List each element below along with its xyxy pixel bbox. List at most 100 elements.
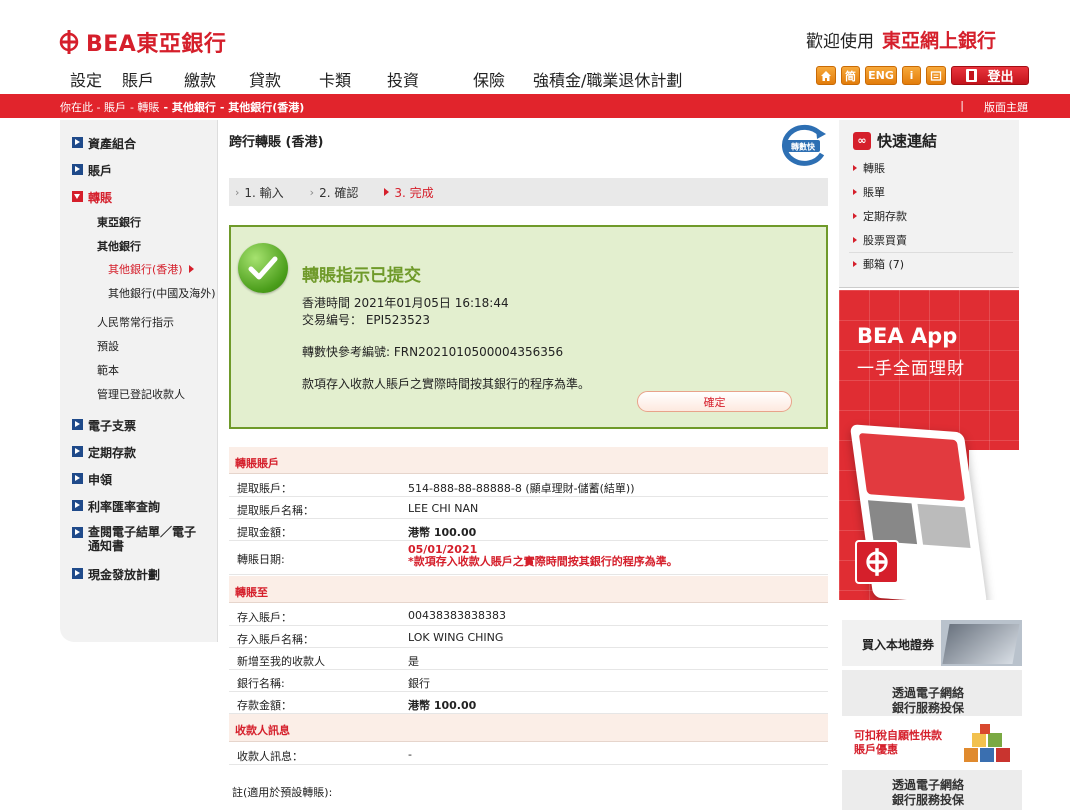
quick-links-panel: ∞ 快速連結 轉賬 賬單 定期存款 股票買賣 郵箱 (7) xyxy=(839,120,1019,288)
row-value: LEE CHI NAN xyxy=(408,502,479,515)
quick-link-mailbox[interactable]: 郵箱 (7) xyxy=(853,256,904,272)
sidebar-item-cash-plan[interactable]: 現金發放計劃 xyxy=(72,566,160,583)
sidebar-sub-other-hk[interactable]: 其他銀行(香港) xyxy=(108,261,194,277)
quick-links-title-text: 快速連結 xyxy=(877,132,938,150)
success-panel: 轉賬指示已提交 香港時間 2021年01月05日 16:18:44 交易编号： … xyxy=(229,225,828,429)
page-title: 跨行轉賬 (香港) xyxy=(229,135,324,150)
bea-app-banner[interactable]: BEA App 一手全面理財 xyxy=(839,290,1019,600)
sidebar-sub-other[interactable]: 其他銀行 xyxy=(97,238,141,254)
step-label: 2. 確認 xyxy=(319,185,359,200)
sidebar-sub-bea[interactable]: 東亞銀行 xyxy=(97,214,141,230)
arrow-box-icon xyxy=(72,568,83,579)
sidebar-sub-payees[interactable]: 管理已登記收款人 xyxy=(97,386,185,402)
sidebar-sub-preset[interactable]: 預設 xyxy=(97,338,119,354)
english-button[interactable]: ENG xyxy=(865,66,897,85)
ad-e-insurance[interactable]: 透過電子網絡 銀行服務投保 xyxy=(842,670,1022,716)
divider xyxy=(849,252,1013,253)
sidebar-sub-rmb[interactable]: 人民幣常行指示 xyxy=(97,314,174,330)
breadcrumb-prefix[interactable]: 你在此 - 賬戶 xyxy=(60,99,126,115)
nav-investment[interactable]: 投資 xyxy=(387,67,473,91)
ad-e-insurance-text: 透過電子網絡 銀行服務投保 xyxy=(892,686,965,715)
row-label: 存入賬戶： xyxy=(237,611,292,624)
sidebar-label: 資產組合 xyxy=(88,137,137,151)
row-label: 銀行名稱: xyxy=(237,677,285,690)
row-value: 港幣 100.00 xyxy=(408,699,477,712)
breadcrumb: 你在此 - 賬戶 - 轉賬 - 其他銀行 - 其他銀行(香港) xyxy=(60,99,304,115)
nav-payments[interactable]: 繳款 xyxy=(184,67,249,91)
sidebar-item-transfer[interactable]: 轉賬 xyxy=(72,189,112,206)
sidebar-item-fixed-deposit[interactable]: 定期存款 xyxy=(72,444,136,461)
step-label: 3. 完成 xyxy=(394,185,434,200)
utility-bar: 简 ENG i 登出 xyxy=(816,66,1029,85)
row-value: - xyxy=(408,748,412,761)
nav-insurance[interactable]: 保險 xyxy=(473,67,533,91)
footnote: 註(適用於預設轉賬): xyxy=(232,786,333,799)
sidebar-sub-other-cn[interactable]: 其他銀行(中國及海外) xyxy=(108,285,216,301)
theme-switch[interactable]: | 版面主題 xyxy=(960,99,1028,115)
quick-link-stocks[interactable]: 股票買賣 xyxy=(853,232,907,248)
breadcrumb-other-bank[interactable]: - 其他銀行 xyxy=(163,99,215,115)
sidebar: 資產組合 賬戶 轉賬 東亞銀行 其他銀行 其他銀行(香港) 其他銀行(中國及海外… xyxy=(60,120,218,642)
table-row: 提取賬戶名稱： LEE CHI NAN xyxy=(229,497,828,519)
table-row: 銀行名稱: 銀行 xyxy=(229,670,828,692)
ad-e-insurance-2[interactable]: 透過電子網絡 銀行服務投保 xyxy=(842,770,1022,810)
breadcrumb-current: - 其他銀行(香港) xyxy=(219,101,305,114)
sidebar-item-portfolio[interactable]: 資產組合 xyxy=(72,135,136,152)
nav-settings[interactable]: 設定 xyxy=(70,67,122,91)
success-time: 香港時間 2021年01月05日 16:18:44 xyxy=(302,296,509,310)
nav-loans[interactable]: 貸款 xyxy=(249,67,319,91)
arrow-box-icon xyxy=(72,446,83,457)
breadcrumb-bar: 你在此 - 賬戶 - 轉賬 - 其他銀行 - 其他銀行(香港) | 版面主題 xyxy=(0,94,1070,118)
arrow-box-icon xyxy=(72,419,83,430)
nav-accounts[interactable]: 賬戶 xyxy=(122,67,184,91)
quick-link-fixed-deposit[interactable]: 定期存款 xyxy=(853,208,907,224)
ad-tax-deductible[interactable]: 可扣稅自願性供款 賬戶優惠 xyxy=(842,718,1022,768)
quick-link-transfer[interactable]: 轉賬 xyxy=(853,160,885,176)
service-name: 東亞網上銀行 xyxy=(882,30,997,52)
table-row: 存款金額： 港幣 100.00 xyxy=(229,692,828,714)
transfer-date-note: *款項存入收款人賬戶之實際時間按其銀行的程序為準。 xyxy=(408,555,678,568)
sidebar-item-accounts[interactable]: 賬戶 xyxy=(72,162,112,179)
logout-button[interactable]: 登出 xyxy=(951,66,1029,85)
info-button[interactable]: i xyxy=(902,66,921,85)
row-value: 00438383838383 xyxy=(408,609,506,622)
link-icon: ∞ xyxy=(853,131,871,150)
fps-reference: 轉數快參考編號: FRN2021010500004356356 xyxy=(302,345,564,359)
section-header-from: 轉賬賬戶 xyxy=(229,447,828,474)
theme-label: 版面主題 xyxy=(984,101,1028,114)
quick-link-bills[interactable]: 賬單 xyxy=(853,184,885,200)
sidebar-item-apply[interactable]: 申領 xyxy=(72,471,112,488)
sidebar-sub-template[interactable]: 範本 xyxy=(97,362,119,378)
confirm-button[interactable]: 確定 xyxy=(637,391,792,412)
sidebar-item-rates[interactable]: 利率匯率查詢 xyxy=(72,498,160,515)
inbox-icon[interactable] xyxy=(926,66,946,85)
sidebar-label: 電子支票 xyxy=(88,419,137,433)
table-row: 收款人訊息： - xyxy=(229,743,828,765)
ad-securities[interactable]: 買入本地證券 xyxy=(842,620,1022,666)
arrow-box-icon xyxy=(72,500,83,511)
sidebar-label: 申領 xyxy=(88,473,113,487)
step-complete: 3. 完成 xyxy=(384,184,434,201)
nav-mpf[interactable]: 強積金/職業退休計劃 xyxy=(533,67,682,91)
welcome-text: 歡迎使用 xyxy=(806,32,874,52)
main-nav: 設定 賬戶 繳款 貸款 卡類 投資 保險 強積金/職業退休計劃 xyxy=(70,67,682,91)
blocks-image xyxy=(960,724,1018,766)
home-icon[interactable] xyxy=(816,66,836,85)
simplified-chinese-button[interactable]: 简 xyxy=(841,66,860,85)
row-label: 提取金額： xyxy=(237,526,292,539)
sidebar-item-estatement[interactable]: 查閱電子結單／電子通知書 xyxy=(72,525,202,553)
sidebar-item-echeque[interactable]: 電子支票 xyxy=(72,417,136,434)
tablet-image xyxy=(942,624,1020,664)
success-title: 轉賬指示已提交 xyxy=(302,266,421,286)
nav-cards[interactable]: 卡類 xyxy=(319,67,387,91)
arrow-box-icon xyxy=(72,527,83,538)
table-row: 提取金額： 港幣 100.00 xyxy=(229,519,828,541)
success-note: 款項存入收款人賬戶之實際時間按其銀行的程序為準。 xyxy=(302,377,591,391)
sidebar-label: 查閱電子結單／電子通知書 xyxy=(88,525,197,553)
table-row: 提取賬戶： 514-888-88-88888-8 (顯卓理財-儲蓄(結單)) xyxy=(229,475,828,497)
row-label: 新增至我的收款人 xyxy=(237,655,325,668)
progress-steps: › 1. 輸入 › 2. 確認 3. 完成 xyxy=(229,178,828,206)
row-label: 提取賬戶： xyxy=(237,482,292,495)
breadcrumb-transfer[interactable]: - 轉賬 xyxy=(130,99,159,115)
bea-logo[interactable]: BEA東亞銀行 xyxy=(58,26,226,58)
